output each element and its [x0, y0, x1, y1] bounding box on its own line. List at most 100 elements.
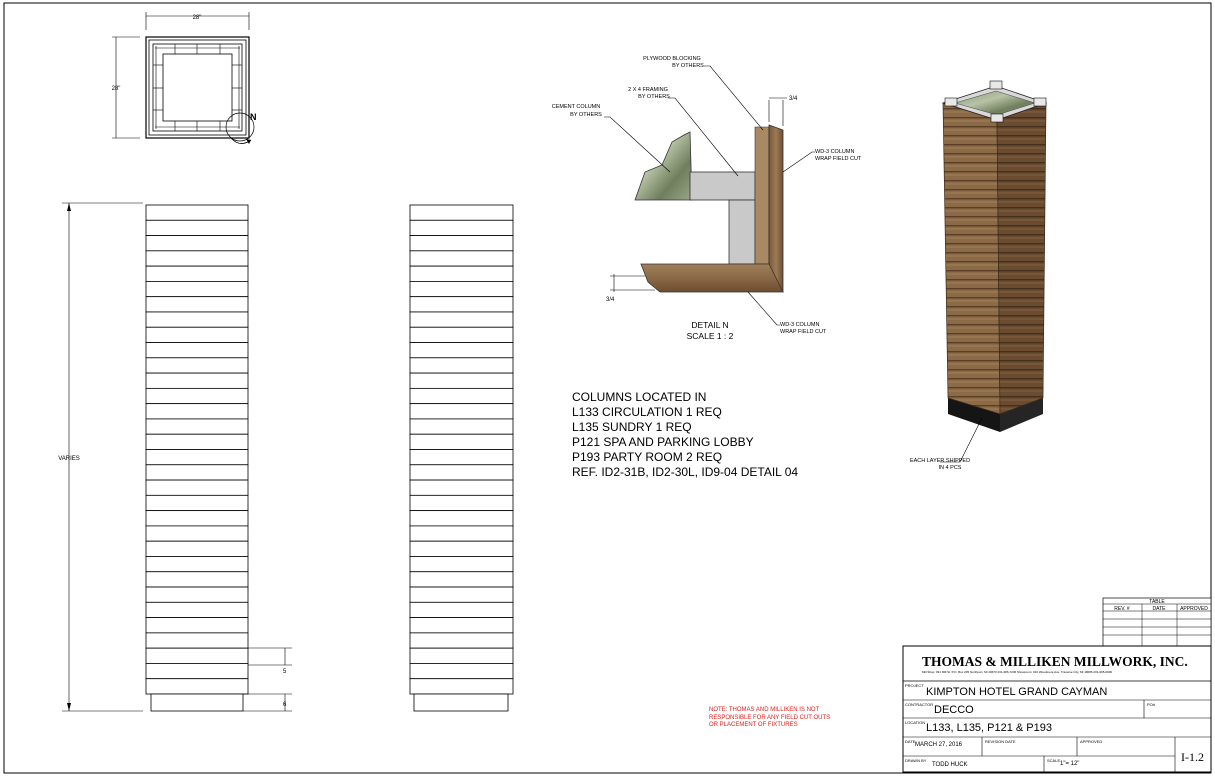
board-course	[409, 418, 514, 435]
plywood-blocking	[728, 199, 756, 265]
date-label: DATE	[905, 739, 916, 744]
detail-dim-left: 3/4	[606, 297, 615, 303]
contractor-label: CONTRACTOR	[905, 702, 934, 707]
board-course	[145, 601, 249, 618]
plan-width-dim: 28"	[193, 15, 202, 21]
board-course	[409, 479, 514, 496]
board-course	[409, 357, 514, 374]
detail-title: DETAIL N	[691, 320, 729, 330]
date-value: MARCH 27, 2016	[915, 742, 963, 748]
disclaimer-line: RESPONSIBLE FOR ANY FIELD CUT OUTS	[709, 714, 831, 721]
board-course	[145, 678, 249, 695]
board-course	[409, 556, 514, 573]
board-course	[145, 326, 249, 343]
note-line: REF. ID2-31B, ID2-30L, ID9-04 DETAIL 04	[572, 465, 799, 479]
board-course	[145, 204, 249, 221]
callout-framing-2: BY OTHERS	[638, 94, 670, 100]
elevation-boards-2	[409, 204, 514, 695]
board-course	[145, 250, 249, 267]
callout-wrap-bottom-1: WD-3 COLUMN	[780, 322, 819, 328]
board-course	[409, 326, 514, 343]
board-height-dim: 5	[283, 669, 287, 675]
column-render: EACH LAYER SHIPPED IN 4 PCS	[910, 80, 1048, 471]
company-address: Mill Shop: 931 Mill St. P.O. Box 205 Nor…	[922, 670, 1113, 674]
board-course	[145, 265, 249, 282]
board-course	[145, 617, 249, 634]
disclaimer-line: NOTE: THOMAS AND MILLIKEN IS NOT	[709, 707, 820, 713]
board-course	[409, 663, 514, 680]
wood-wrap-horizontal	[640, 263, 784, 293]
drawn-value: TODD HUCK	[932, 762, 968, 768]
callout-wrap-bottom-2: WRAP FIELD CUT	[780, 329, 827, 335]
callout-plywood-2: BY OTHERS	[672, 63, 704, 69]
board-course	[409, 510, 514, 527]
board-course	[409, 342, 514, 359]
board-course	[145, 663, 249, 680]
board-course	[409, 525, 514, 542]
board-course	[409, 494, 514, 512]
approved-label: APPROVED	[1080, 739, 1103, 744]
board-course	[145, 556, 249, 573]
note-line: COLUMNS LOCATED IN	[572, 390, 707, 404]
board-course	[409, 204, 514, 221]
disclaimer-note: NOTE: THOMAS AND MILLIKEN IS NOT RESPONS…	[709, 707, 879, 730]
board-course	[409, 540, 514, 557]
board-course	[409, 403, 514, 420]
plan-view: 28" 28" N	[112, 12, 257, 144]
elevation-base-2	[413, 693, 509, 712]
board-course	[145, 342, 249, 359]
revision-header-approved: APPROVED	[1180, 606, 1208, 612]
po-label: PO#	[1147, 702, 1156, 707]
board-course	[145, 296, 249, 313]
board-course	[409, 647, 514, 664]
board-course	[409, 632, 514, 649]
board-course	[409, 281, 514, 298]
board-course	[145, 281, 249, 298]
board-course	[145, 433, 249, 450]
note-line: L133 CIRCULATION 1 REQ	[572, 405, 722, 419]
note-line: P193 PARTY ROOM 2 REQ	[572, 450, 723, 464]
board-course	[145, 387, 249, 405]
board-course	[409, 433, 514, 450]
project-value: KIMPTON HOTEL GRAND CAYMAN	[926, 686, 1108, 698]
callout-cement-1: CEMENT COLUMN	[552, 104, 601, 110]
board-course	[409, 372, 514, 389]
scale-value: 1"= 12"	[1060, 761, 1080, 767]
revision-header-rev: REV. #	[1114, 606, 1130, 612]
location-label: LOCATION	[905, 720, 926, 725]
board-course	[145, 510, 249, 527]
board-course	[145, 464, 249, 481]
base-height-dim: 6	[283, 702, 287, 708]
board-course	[145, 235, 249, 252]
elevation-plain	[409, 204, 514, 712]
revision-table: TABLE REV. # DATE APPROVED	[1102, 597, 1212, 647]
board-course	[409, 449, 514, 466]
board-course	[409, 617, 514, 634]
detail-marker-label: N	[250, 112, 257, 122]
board-course	[409, 601, 514, 618]
board-course	[409, 311, 514, 328]
drawn-label: DRAWN BY	[905, 758, 927, 763]
board-course	[145, 372, 249, 389]
callout-wrap-right-1: WD-3 COLUMN	[815, 149, 854, 155]
detail-scale: SCALE 1 : 2	[686, 331, 734, 341]
detail-n: 3/4 3/4 PLYWOOD BLOCKING BY OTHERS 2 X 4…	[552, 56, 862, 335]
note-line: L135 SUNDRY 1 REQ	[572, 420, 692, 434]
board-course	[409, 219, 514, 236]
project-label: PROJECT	[905, 683, 924, 688]
elevation-with-dims: VARIES 5 6	[58, 202, 292, 712]
board-course	[145, 647, 249, 664]
framing-block	[689, 171, 756, 201]
scale-label: SCALE	[1047, 758, 1061, 763]
callout-framing-1: 2 X 4 FRAMING	[628, 87, 668, 93]
board-course	[409, 387, 514, 405]
elevation-height-dim: VARIES	[58, 456, 80, 462]
board-course	[409, 586, 514, 603]
board-course	[145, 632, 249, 649]
callout-plywood-1: PLYWOOD BLOCKING	[643, 56, 701, 62]
render-callout-2: IN 4 PCS	[939, 465, 962, 471]
board-course	[145, 494, 249, 512]
render-callout-1: EACH LAYER SHIPPED	[910, 458, 970, 464]
note-line: P121 SPA AND PARKING LOBBY	[572, 435, 754, 449]
board-course	[409, 464, 514, 481]
